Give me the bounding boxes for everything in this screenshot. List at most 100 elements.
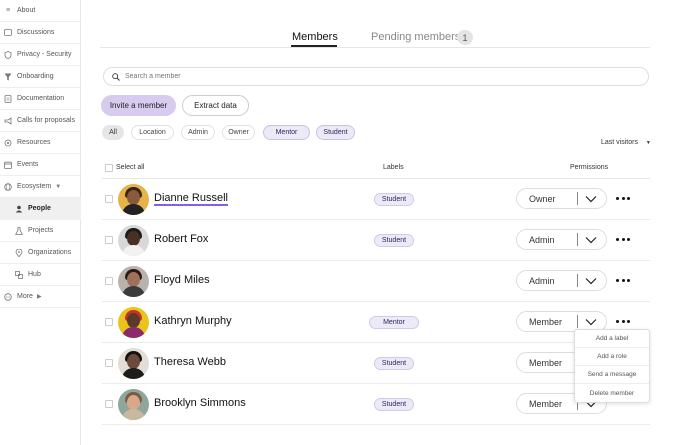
avatar — [118, 348, 149, 379]
invite-member-button[interactable]: Invite a member — [101, 95, 176, 116]
sidebar-item-events[interactable]: Events — [0, 154, 81, 176]
person-icon — [15, 205, 23, 213]
filter-chip-owner[interactable]: Owner — [222, 125, 255, 140]
more-options-icon[interactable] — [616, 234, 630, 244]
menu-item-send-message[interactable]: Send a message — [575, 366, 649, 384]
active-tab-indicator — [291, 45, 337, 47]
sidebar-item-calls[interactable]: Calls for proposals — [0, 110, 81, 132]
filter-chip-mentor[interactable]: Mentor — [263, 125, 310, 140]
tab-pending-members[interactable]: Pending members — [371, 31, 460, 43]
labels-column-header: Labels — [383, 164, 404, 171]
globe-icon — [4, 182, 12, 191]
search-icon — [112, 72, 120, 81]
filter-chip-student[interactable]: Student — [316, 125, 355, 140]
sidebar-item-label: Events — [17, 161, 39, 168]
row-checkbox[interactable] — [105, 400, 113, 408]
shield-icon — [4, 50, 12, 59]
permission-select[interactable]: Owner — [516, 188, 607, 209]
sidebar-item-ecosystem[interactable]: Ecosystem ▼ — [0, 176, 81, 198]
member-name[interactable]: Kathryn Murphy — [154, 315, 232, 327]
permission-value: Admin — [529, 234, 555, 245]
sidebar-item-label: Hub — [28, 271, 41, 278]
avatar — [118, 307, 149, 338]
lines-icon: ≡ — [5, 7, 11, 14]
sidebar-item-onboarding[interactable]: Onboarding — [0, 66, 81, 88]
permission-select[interactable]: Admin — [516, 270, 607, 291]
table-row: Floyd Miles Admin — [102, 261, 650, 302]
member-actions-menu: Add a label Add a role Send a message De… — [574, 329, 650, 403]
sidebar-item-label: Privacy - Security — [17, 51, 72, 58]
select-all-checkbox[interactable] — [105, 164, 113, 172]
more-options-icon[interactable] — [616, 275, 630, 285]
puzzle-icon — [4, 139, 12, 147]
sidebar-item-label: Organizations — [28, 249, 72, 256]
sidebar-item-label: Documentation — [17, 95, 65, 102]
member-name[interactable]: Theresa Webb — [154, 356, 226, 368]
permission-value: Member — [529, 398, 563, 409]
menu-item-add-role[interactable]: Add a role — [575, 348, 649, 366]
sidebar-item-documentation[interactable]: Documentation — [0, 88, 81, 110]
tab-members[interactable]: Members — [292, 31, 338, 43]
sidebar-item-more[interactable]: More ▶ — [0, 286, 81, 308]
member-name[interactable]: Dianne Russell — [154, 192, 228, 206]
dots-circle-icon — [4, 292, 12, 301]
divider — [577, 233, 578, 246]
sidebar-item-about[interactable]: ≡ About — [0, 0, 81, 22]
sidebar-item-projects[interactable]: Projects — [0, 220, 81, 242]
member-name[interactable]: Floyd Miles — [154, 274, 210, 286]
sidebar-item-organizations[interactable]: Organizations — [0, 242, 81, 264]
row-checkbox[interactable] — [105, 236, 113, 244]
member-label-badge: Student — [374, 398, 414, 411]
filter-chip-admin[interactable]: Admin — [181, 125, 215, 140]
table-row: Theresa Webb Student Member — [102, 343, 650, 384]
funnel-icon — [4, 73, 12, 81]
sort-dropdown[interactable]: Last visitors ▼ — [601, 139, 651, 146]
chevron-right-icon: ▶ — [36, 294, 42, 300]
row-checkbox[interactable] — [105, 318, 113, 326]
menu-item-delete-member[interactable]: Delete member — [575, 384, 649, 402]
extract-data-button[interactable]: Extract data — [182, 95, 249, 116]
sidebar-item-hub[interactable]: Hub — [0, 264, 81, 286]
sidebar-item-privacy[interactable]: Privacy - Security — [0, 44, 81, 66]
chat-icon — [4, 28, 12, 37]
sidebar-item-label: Discussions — [17, 29, 55, 36]
member-tabs: Members Pending members 1 — [100, 28, 650, 48]
sidebar-item-label: More — [17, 293, 33, 300]
member-name[interactable]: Robert Fox — [154, 233, 208, 245]
sidebar-item-people[interactable]: People — [0, 198, 81, 220]
chevron-down-icon — [585, 236, 597, 244]
select-all-label: Select all — [116, 164, 145, 171]
sidebar-item-resources[interactable]: Resources — [0, 132, 81, 154]
calendar-icon — [4, 161, 12, 169]
row-checkbox[interactable] — [105, 359, 113, 367]
search-input[interactable] — [125, 73, 525, 80]
sidebar-item-discussions[interactable]: Discussions — [0, 22, 81, 44]
row-checkbox[interactable] — [105, 277, 113, 285]
divider — [577, 274, 578, 287]
table-row: Kathryn Murphy Mentor Member — [102, 302, 650, 343]
menu-item-add-label[interactable]: Add a label — [575, 330, 649, 348]
permission-value: Member — [529, 316, 563, 327]
divider — [577, 315, 578, 328]
permission-value: Owner — [529, 193, 556, 204]
document-icon — [4, 94, 12, 103]
flask-icon — [15, 226, 23, 235]
permission-select[interactable]: Admin — [516, 229, 607, 250]
filter-chip-all[interactable]: All — [102, 125, 124, 140]
chevron-down-icon: ▼ — [55, 183, 62, 190]
more-options-icon[interactable] — [616, 193, 630, 203]
sidebar-item-label: Calls for proposals — [17, 117, 75, 124]
permissions-column-header: Permissions — [570, 164, 609, 171]
row-checkbox[interactable] — [105, 195, 113, 203]
member-label-badge: Student — [374, 357, 414, 370]
sidebar: ≡ About Discussions Privacy - Security O… — [0, 0, 81, 445]
member-name[interactable]: Brooklyn Simmons — [154, 397, 246, 409]
more-options-icon[interactable] — [616, 316, 630, 326]
sidebar-item-label: Ecosystem — [17, 183, 52, 190]
sidebar-item-label: Projects — [28, 227, 54, 234]
divider — [577, 192, 578, 205]
chevron-down-icon: ▼ — [645, 140, 651, 146]
filter-chip-location[interactable]: Location — [131, 125, 174, 140]
megaphone-icon — [4, 116, 12, 125]
sidebar-item-label: Onboarding — [17, 73, 54, 80]
